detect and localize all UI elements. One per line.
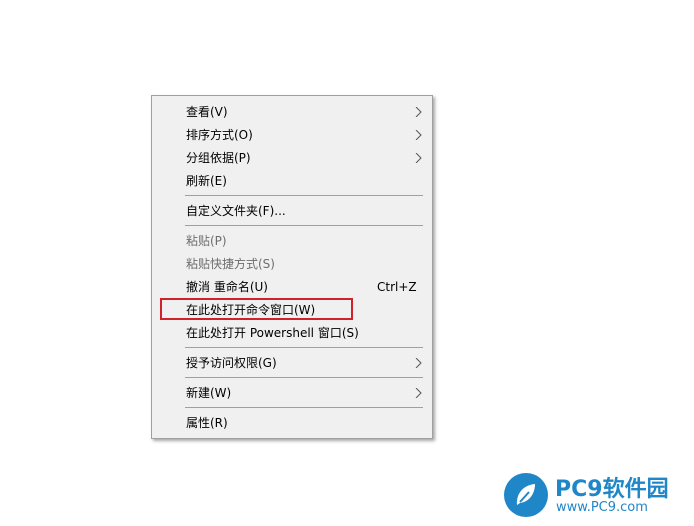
menu-item-label: 粘贴(P)	[186, 234, 227, 248]
menu-item-label: 属性(R)	[186, 416, 228, 430]
highlight-box	[160, 298, 353, 320]
chevron-right-icon	[415, 358, 422, 368]
menu-item-customize-folder[interactable]: 自定义文件夹(F)...	[152, 200, 432, 222]
menu-separator	[185, 377, 423, 378]
menu-item-label: 排序方式(O)	[186, 128, 253, 142]
menu-item-shortcut: Ctrl+Z	[377, 280, 417, 294]
watermark-logo: PC9软件园 www.PC9.com	[503, 466, 689, 524]
menu-separator	[185, 407, 423, 408]
chevron-right-icon	[415, 153, 422, 163]
menu-item-label: 在此处打开 Powershell 窗口(S)	[186, 326, 359, 340]
chevron-right-icon	[415, 388, 422, 398]
menu-item-paste: 粘贴(P)	[152, 230, 432, 252]
menu-item-label: 查看(V)	[186, 105, 228, 119]
menu-item-label: 新建(W)	[186, 386, 232, 400]
menu-separator	[185, 225, 423, 226]
menu-item-new[interactable]: 新建(W)	[152, 382, 432, 404]
menu-item-group-by[interactable]: 分组依据(P)	[152, 147, 432, 169]
context-menu: 查看(V) 排序方式(O) 分组依据(P) 刷新(E) 自定义文件夹(F)...…	[151, 95, 433, 439]
menu-separator	[185, 195, 423, 196]
menu-item-label: 分组依据(P)	[186, 151, 251, 165]
menu-item-label: 撤消 重命名(U)	[186, 280, 268, 294]
menu-item-open-powershell-window[interactable]: 在此处打开 Powershell 窗口(S)	[152, 322, 432, 344]
menu-item-label: 粘贴快捷方式(S)	[186, 257, 275, 271]
menu-item-view[interactable]: 查看(V)	[152, 101, 432, 123]
menu-item-undo-rename[interactable]: 撤消 重命名(U) Ctrl+Z	[152, 276, 432, 298]
menu-item-paste-shortcut: 粘贴快捷方式(S)	[152, 253, 432, 275]
watermark-url: www.PC9.com	[556, 500, 648, 515]
menu-item-refresh[interactable]: 刷新(E)	[152, 170, 432, 192]
menu-item-properties[interactable]: 属性(R)	[152, 412, 432, 434]
menu-item-label: 自定义文件夹(F)...	[186, 204, 286, 218]
pc9-logo-icon	[504, 473, 548, 517]
menu-item-sort-by[interactable]: 排序方式(O)	[152, 124, 432, 146]
chevron-right-icon	[415, 130, 422, 140]
menu-separator	[185, 347, 423, 348]
menu-item-give-access[interactable]: 授予访问权限(G)	[152, 352, 432, 374]
menu-item-label: 授予访问权限(G)	[186, 356, 277, 370]
menu-item-label: 刷新(E)	[186, 174, 227, 188]
watermark-brand: PC9软件园	[555, 477, 669, 502]
chevron-right-icon	[415, 107, 422, 117]
